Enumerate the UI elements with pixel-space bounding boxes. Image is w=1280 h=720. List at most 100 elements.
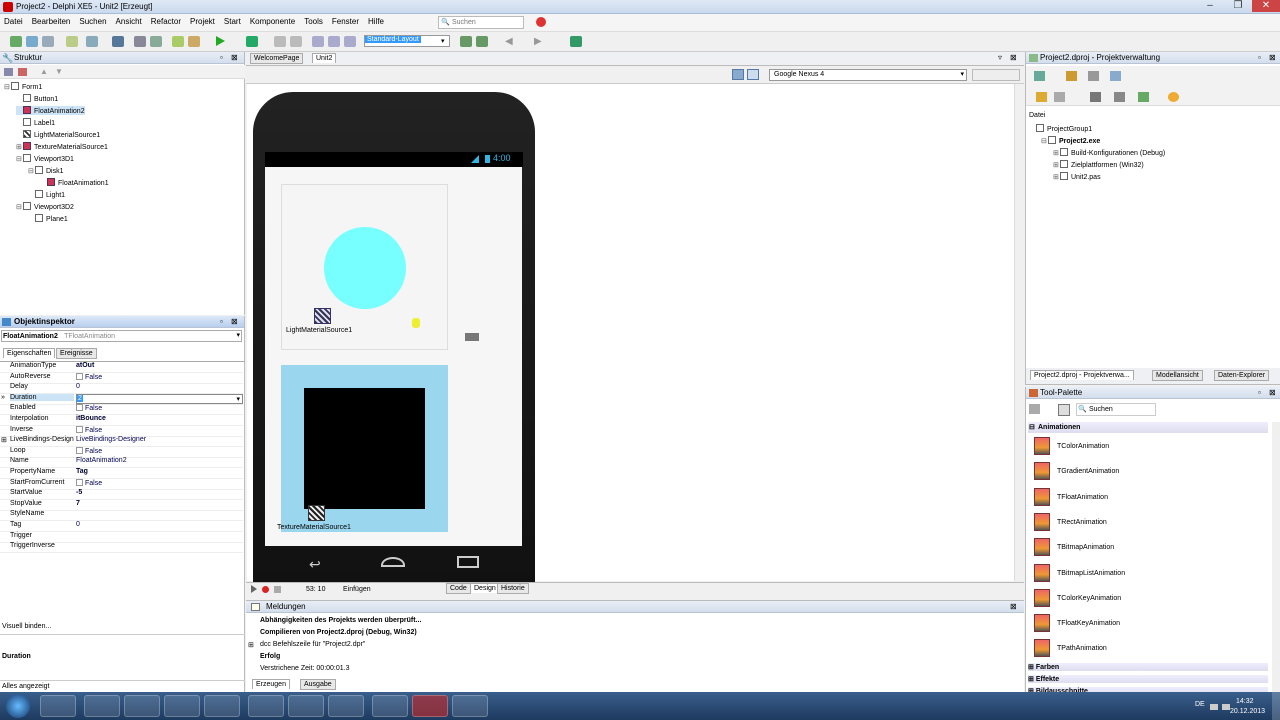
tab-properties[interactable]: Eigenschaften bbox=[3, 348, 56, 358]
network-icon[interactable] bbox=[1210, 704, 1218, 710]
property-value[interactable]: -5 bbox=[76, 489, 82, 496]
pause-icon[interactable] bbox=[274, 36, 286, 47]
reopen-icon[interactable] bbox=[42, 36, 54, 47]
property-name[interactable]: AnimationType bbox=[10, 362, 56, 369]
taskbar-media-icon[interactable] bbox=[40, 695, 76, 717]
pin-icon[interactable]: ▫ bbox=[1258, 53, 1261, 62]
structure-item[interactable]: ⊟ Disk1 bbox=[28, 166, 64, 175]
close-panel-icon[interactable]: ⊠ bbox=[231, 317, 238, 326]
checkbox[interactable] bbox=[76, 404, 83, 412]
menu-item-fenster[interactable]: Fenster bbox=[332, 17, 359, 26]
property-name[interactable]: StartValue bbox=[10, 489, 42, 496]
expander-icon[interactable]: ⊟ bbox=[16, 203, 23, 211]
palette-item[interactable]: TRectAnimation bbox=[1057, 519, 1107, 526]
step-over-icon[interactable] bbox=[328, 36, 340, 47]
palette-item[interactable]: TColorAnimation bbox=[1057, 443, 1109, 450]
structure-item[interactable]: LightMaterialSource1 bbox=[16, 130, 100, 139]
property-name[interactable]: Enabled bbox=[10, 404, 36, 411]
expander-icon[interactable]: ⊞ bbox=[1053, 173, 1060, 181]
taskbar-paint-icon[interactable] bbox=[164, 695, 200, 717]
trace-into-icon[interactable] bbox=[312, 36, 324, 47]
disk1-shape[interactable] bbox=[324, 227, 406, 309]
palette-item[interactable]: TBitmapAnimation bbox=[1057, 544, 1114, 551]
expander-icon[interactable]: ⊞ bbox=[248, 641, 254, 649]
pin-icon[interactable]: ▫ bbox=[220, 53, 223, 62]
save-desktop-icon[interactable] bbox=[460, 36, 472, 47]
viewport3d1[interactable]: LightMaterialSource1 bbox=[281, 184, 448, 350]
chevron-down-icon[interactable]: ▿ bbox=[998, 53, 1002, 62]
palette-scrollbar[interactable] bbox=[1272, 422, 1280, 692]
ide-search-input[interactable]: 🔍 Suchen bbox=[438, 16, 524, 29]
project-item[interactable]: ProjectGroup1 bbox=[1029, 124, 1092, 133]
property-name[interactable]: AutoReverse bbox=[10, 373, 50, 380]
texture-material-icon[interactable] bbox=[308, 505, 325, 521]
build-icon[interactable] bbox=[1054, 92, 1065, 102]
chevron-down-icon[interactable]: ▾ bbox=[236, 395, 240, 403]
help-icon[interactable] bbox=[536, 17, 546, 27]
expander-icon[interactable]: ⊟ bbox=[1041, 137, 1048, 145]
refresh-icon[interactable] bbox=[570, 36, 582, 47]
show-desktop-button[interactable] bbox=[1272, 692, 1280, 720]
expander-icon[interactable]: ⊞ bbox=[1, 436, 7, 444]
checkbox[interactable] bbox=[76, 372, 83, 380]
property-name[interactable]: Delay bbox=[10, 383, 28, 390]
property-name[interactable]: Name bbox=[10, 457, 29, 464]
expander-icon[interactable]: ⊟ bbox=[16, 155, 23, 163]
open-file-icon[interactable] bbox=[66, 36, 78, 47]
expander-icon[interactable]: ⊟ bbox=[4, 83, 11, 91]
pin-icon[interactable]: ▫ bbox=[220, 317, 223, 326]
light-bulb-icon[interactable] bbox=[412, 318, 420, 328]
camera-icon[interactable] bbox=[465, 333, 479, 341]
open-project-icon[interactable] bbox=[26, 36, 38, 47]
tab-code[interactable]: Code bbox=[446, 583, 471, 594]
stop-macro-icon[interactable] bbox=[274, 586, 281, 593]
expander-icon[interactable]: ⊞ bbox=[16, 143, 23, 151]
project-item[interactable]: ⊞ Unit2.pas bbox=[1053, 172, 1101, 181]
palette-item[interactable]: TGradientAnimation bbox=[1057, 468, 1119, 475]
chevron-down-icon[interactable]: ▾ bbox=[236, 331, 240, 339]
palette-item[interactable]: TPathAnimation bbox=[1057, 645, 1107, 652]
stop-icon[interactable] bbox=[290, 36, 302, 47]
checkbox[interactable] bbox=[76, 478, 83, 486]
language-indicator[interactable]: DE bbox=[1195, 701, 1205, 708]
property-value[interactable]: False bbox=[76, 425, 102, 434]
tray-time[interactable]: 14:32 bbox=[1236, 698, 1254, 705]
filter-icon[interactable] bbox=[1058, 404, 1070, 416]
chevron-down-icon[interactable]: ▾ bbox=[441, 37, 445, 45]
property-name[interactable]: Duration bbox=[10, 393, 74, 401]
property-value[interactable]: False bbox=[76, 404, 102, 412]
save-icon[interactable] bbox=[86, 36, 98, 47]
tab-data-explorer[interactable]: Daten-Explorer bbox=[1214, 370, 1270, 381]
add-file-icon[interactable] bbox=[150, 36, 162, 47]
start-button[interactable] bbox=[6, 694, 30, 718]
structure-item[interactable]: Light1 bbox=[28, 190, 65, 199]
property-value[interactable]: False bbox=[76, 478, 102, 487]
activate-icon[interactable] bbox=[1034, 71, 1045, 81]
property-value[interactable]: 2 ▾ bbox=[76, 393, 243, 404]
menu-item-projekt[interactable]: Projekt bbox=[190, 17, 215, 26]
property-name[interactable]: Interpolation bbox=[10, 415, 49, 422]
new-icon[interactable] bbox=[10, 36, 22, 47]
form-screen[interactable]: LightMaterialSource1 TextureMaterialSour… bbox=[265, 167, 522, 546]
checkbox[interactable] bbox=[76, 425, 83, 433]
visual-binding-link[interactable]: Visuell binden... bbox=[2, 623, 51, 630]
viewport3d2[interactable]: TextureMaterialSource1 bbox=[277, 365, 448, 532]
taskbar-ie-icon[interactable] bbox=[124, 695, 160, 717]
add-new-icon[interactable] bbox=[1066, 71, 1077, 81]
tab-history[interactable]: Historie bbox=[497, 583, 529, 594]
menu-item-tools[interactable]: Tools bbox=[304, 17, 323, 26]
play-macro-icon[interactable] bbox=[251, 585, 257, 593]
list-icon[interactable] bbox=[1090, 92, 1101, 102]
expand-icon[interactable] bbox=[4, 68, 13, 76]
tab-project-manager[interactable]: Project2.dproj - Projektverwa... bbox=[1030, 370, 1134, 380]
project-item[interactable]: ⊞ Build-Konfigurationen (Debug) bbox=[1053, 148, 1165, 157]
category-animations[interactable]: ⊟ Animationen bbox=[1028, 422, 1268, 433]
designer-scrollbar[interactable] bbox=[1014, 84, 1023, 581]
property-name[interactable]: LiveBindings-Design bbox=[10, 436, 74, 443]
orientation-icon[interactable] bbox=[747, 69, 759, 80]
tab-model-view[interactable]: Modellansicht bbox=[1152, 370, 1203, 381]
device-select[interactable]: Google Nexus 4 ▾ bbox=[769, 69, 967, 81]
close-panel-icon[interactable]: ⊠ bbox=[1010, 53, 1017, 62]
property-value[interactable]: 7 bbox=[76, 500, 80, 507]
property-value[interactable]: False bbox=[76, 446, 102, 455]
